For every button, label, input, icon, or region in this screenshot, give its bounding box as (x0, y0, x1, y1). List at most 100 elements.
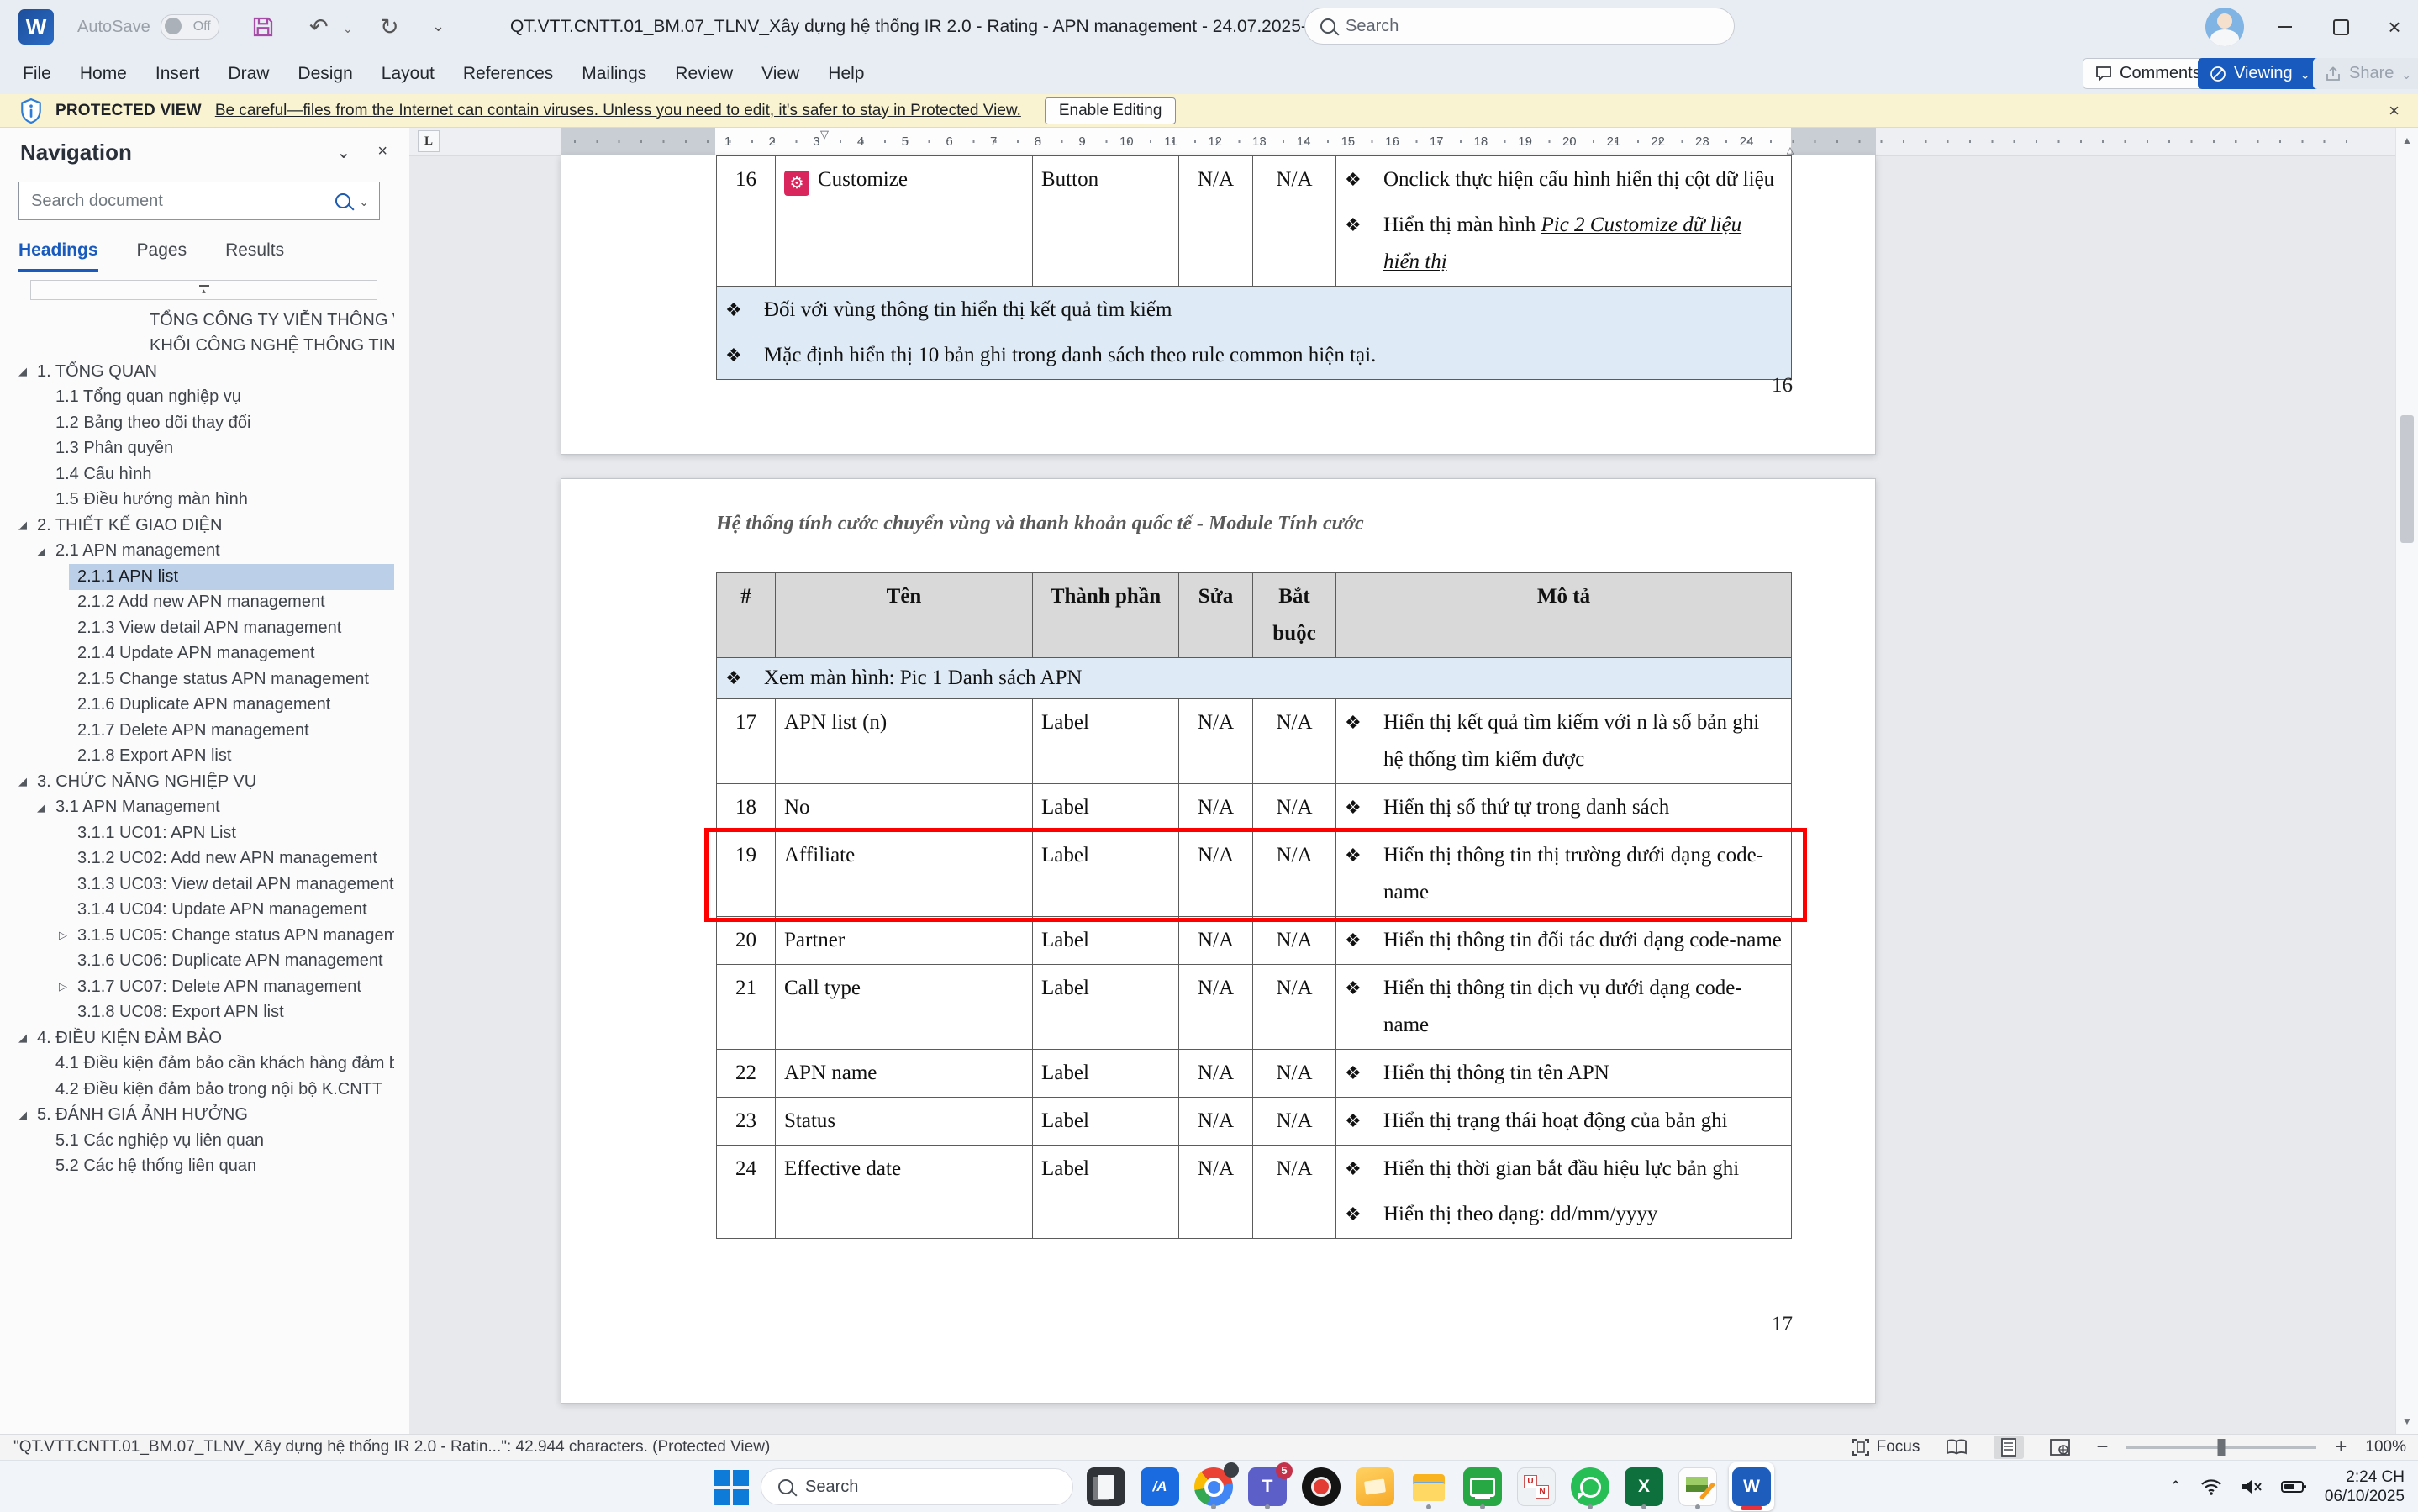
nav-heading-item[interactable]: ◢3.1 APN Management (0, 795, 394, 821)
share-button[interactable]: Share ⌄ (2313, 58, 2418, 89)
quick-access-more-icon[interactable]: ⌄ (432, 18, 445, 35)
viewing-mode-button[interactable]: Viewing ⌄ (2198, 58, 2321, 89)
document-page-2[interactable]: Hệ thống tính cước chuyển vùng và thanh … (561, 478, 1876, 1404)
nav-heading-item[interactable]: ◢2. THIẾT KẾ GIAO DIỆN (0, 513, 394, 539)
nav-heading-item[interactable]: 2.1.3 View detail APN management (0, 615, 394, 641)
zoom-out-button[interactable]: − (2096, 1436, 2108, 1459)
collapse-all-bar[interactable]: ▴ (30, 280, 377, 300)
tab-references[interactable]: References (449, 54, 567, 94)
start-button[interactable] (710, 1467, 751, 1507)
unikey-taskbar-button[interactable] (1514, 1462, 1559, 1511)
nav-heading-item[interactable]: 2.1.1 APN list (0, 564, 394, 590)
zoom-level[interactable]: 100% (2365, 1438, 2406, 1457)
enable-editing-button[interactable]: Enable Editing (1045, 97, 1177, 124)
whatsapp-taskbar-button[interactable] (1567, 1462, 1613, 1511)
tab-draw[interactable]: Draw (213, 54, 283, 94)
wifi-icon[interactable] (2200, 1478, 2222, 1495)
nav-heading-item[interactable]: ◢4. ĐIỀU KIỆN ĐẢM BẢO (0, 1025, 394, 1051)
tab-mailings[interactable]: Mailings (567, 54, 661, 94)
autosave-toggle[interactable]: Off (161, 14, 219, 40)
vertical-scrollbar[interactable]: ▲ ▼ (2395, 128, 2418, 1434)
tab-layout[interactable]: Layout (367, 54, 449, 94)
search-icon[interactable] (335, 193, 350, 208)
undo-button[interactable]: ↶ (309, 0, 329, 54)
scroll-down-icon[interactable]: ▼ (2396, 1415, 2418, 1427)
screen-recorder-taskbar-button[interactable] (1299, 1462, 1344, 1511)
nav-heading-item[interactable]: 5.1 Các nghiệp vụ liên quan (0, 1128, 394, 1154)
nav-heading-item[interactable]: 1.5 Điều hướng màn hình (0, 487, 394, 514)
close-button[interactable]: × (2375, 0, 2414, 54)
scroll-up-icon[interactable]: ▲ (2396, 134, 2418, 146)
maximize-button[interactable] (2321, 0, 2360, 54)
nav-heading-item[interactable]: 2.1.6 Duplicate APN management (0, 693, 394, 719)
orange-folder-taskbar-button[interactable] (1352, 1462, 1398, 1511)
battery-icon[interactable] (2281, 1479, 2306, 1494)
nav-tab-results[interactable]: Results (225, 240, 284, 272)
tree-expanded-icon[interactable]: ◢ (37, 545, 55, 558)
nav-heading-item[interactable]: 2.1.5 Change status APN management (0, 666, 394, 693)
nav-heading-item[interactable]: TỔNG CÔNG TY VIỄN THÔNG VI... (0, 308, 394, 334)
focus-mode-button[interactable]: Focus (1852, 1438, 1920, 1457)
tree-expanded-icon[interactable]: ◢ (18, 1031, 37, 1045)
taskbar-search-input[interactable]: Search (761, 1468, 1073, 1505)
tree-collapsed-icon[interactable]: ▷ (59, 980, 77, 993)
ia-app-taskbar-button[interactable]: /A (1137, 1462, 1183, 1511)
comments-button[interactable]: Comments (2083, 58, 2214, 89)
nav-heading-item[interactable]: ◢2.1 APN management (0, 539, 394, 565)
nav-heading-item[interactable]: 4.2 Điều kiện đảm bảo trong nội bộ K.CNT… (0, 1077, 394, 1103)
save-button[interactable] (250, 0, 276, 54)
nav-heading-item[interactable]: ◢1. TỔNG QUAN (0, 359, 394, 385)
banner-close-icon[interactable]: × (2389, 100, 2400, 122)
tab-home[interactable]: Home (66, 54, 141, 94)
search-dropdown-icon[interactable]: ⌄ (359, 195, 369, 209)
autosave-control[interactable]: AutoSave Off (77, 0, 219, 54)
minimize-button[interactable] (2266, 0, 2305, 54)
remote-desktop-taskbar-button[interactable] (1460, 1462, 1505, 1511)
excel-taskbar-button[interactable]: X (1621, 1462, 1667, 1511)
web-layout-button[interactable] (2042, 1436, 2078, 1458)
nav-tab-headings[interactable]: Headings (18, 240, 98, 272)
nav-heading-item[interactable]: 3.1.3 UC03: View detail APN management (0, 872, 394, 898)
nav-heading-item[interactable]: 1.3 Phân quyền (0, 436, 394, 462)
document-page-1[interactable]: 16⚙CustomizeButtonN/AN/A❖Onclick thực hi… (561, 155, 1876, 455)
nav-heading-item[interactable]: ◢5. ĐÁNH GIÁ ẢNH HƯỞNG (0, 1103, 394, 1129)
first-line-indent-marker[interactable]: ▽ (820, 128, 829, 141)
tab-help[interactable]: Help (814, 54, 878, 94)
taskbar-clock[interactable]: 2:24 CH 06/10/2025 (2325, 1467, 2405, 1506)
nav-heading-item[interactable]: 3.1.2 UC02: Add new APN management (0, 846, 394, 872)
nav-heading-item[interactable]: 3.1.8 UC08: Export APN list (0, 1000, 394, 1026)
nav-heading-item[interactable]: 1.4 Cấu hình (0, 461, 394, 487)
tab-insert[interactable]: Insert (141, 54, 214, 94)
word-taskbar-taskbar-button[interactable]: W (1729, 1462, 1774, 1511)
nav-heading-item[interactable]: KHỐI CÔNG NGHỆ THÔNG TIN (0, 334, 394, 360)
nav-heading-item[interactable]: 3.1.4 UC04: Update APN management (0, 898, 394, 924)
nav-heading-item[interactable]: 5.2 Các hệ thống liên quan (0, 1154, 394, 1180)
nav-heading-item[interactable]: ▷3.1.7 UC07: Delete APN management (0, 974, 394, 1000)
nav-heading-item[interactable]: 4.1 Điều kiện đảm bảo cần khách hàng đảm… (0, 1051, 394, 1077)
user-avatar[interactable] (2205, 8, 2244, 46)
redo-button[interactable]: ↻ (380, 0, 399, 54)
file-explorer-taskbar-button[interactable] (1406, 1462, 1451, 1511)
read-mode-button[interactable] (1938, 1436, 1975, 1458)
zoom-in-button[interactable]: + (2335, 1436, 2347, 1459)
tree-expanded-icon[interactable]: ◢ (37, 801, 55, 814)
document-canvas[interactable]: 123456789101112131415161718192021222324 … (409, 128, 2418, 1434)
nav-heading-item[interactable]: 1.2 Bảng theo dõi thay đổi (0, 410, 394, 436)
zoom-slider[interactable] (2126, 1446, 2316, 1449)
titlebar-search-input[interactable]: Search (1304, 8, 1735, 45)
notepad-app-taskbar-button[interactable] (1083, 1462, 1129, 1511)
tab-file[interactable]: File (8, 54, 66, 94)
tree-expanded-icon[interactable]: ◢ (18, 1109, 37, 1122)
chrome-taskbar-button[interactable] (1191, 1462, 1236, 1511)
document-search-input[interactable]: Search document ⌄ (18, 182, 380, 220)
image-editor-taskbar-button[interactable] (1675, 1462, 1720, 1511)
nav-heading-item[interactable]: 1.1 Tổng quan nghiệp vụ (0, 385, 394, 411)
navigation-close-icon[interactable]: × (377, 142, 387, 163)
tree-expanded-icon[interactable]: ◢ (18, 519, 37, 532)
tree-expanded-icon[interactable]: ◢ (18, 775, 37, 788)
nav-heading-item[interactable]: 2.1.8 Export APN list (0, 744, 394, 770)
navigation-options-icon[interactable]: ⌄ (337, 142, 351, 163)
scrollbar-thumb[interactable] (2400, 415, 2414, 543)
print-layout-button[interactable] (1994, 1436, 2024, 1459)
tree-collapsed-icon[interactable]: ▷ (59, 929, 77, 942)
